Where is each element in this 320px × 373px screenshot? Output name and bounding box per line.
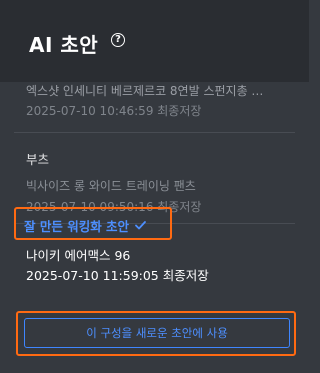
draft-name: 부츠 [26,152,50,167]
draft-name-selected: 잘 만든 워킹화 초안 [24,216,146,235]
help-icon[interactable]: ? [111,33,125,47]
draft-list: 엑스샷 인세니티 베르제르코 8연발 스펀지총 … 2025-07-10 10:… [0,82,309,373]
draft-product: 나이키 에어맥스 96 [26,248,131,263]
draft-name: 엑스샷 인세니티 베르제르코 8연발 스펀지총 … [26,84,264,98]
divider [14,132,295,133]
panel-header: AI 초안 ? [0,0,309,82]
check-icon [135,221,146,230]
page-title: AI 초안 [29,33,99,57]
draft-product: 빅사이즈 롱 와이드 트레이닝 팬츠 [26,179,196,193]
draft-date: 2025-07-10 10:46:59 최종저장 [26,104,202,118]
draft-date: 2025-07-10 11:59:05 최종저장 [26,268,209,283]
use-config-button[interactable]: 이 구성을 새로운 초안에 사용 [24,318,290,348]
draft-name: 잘 만든 워킹화 초안 [24,219,130,234]
